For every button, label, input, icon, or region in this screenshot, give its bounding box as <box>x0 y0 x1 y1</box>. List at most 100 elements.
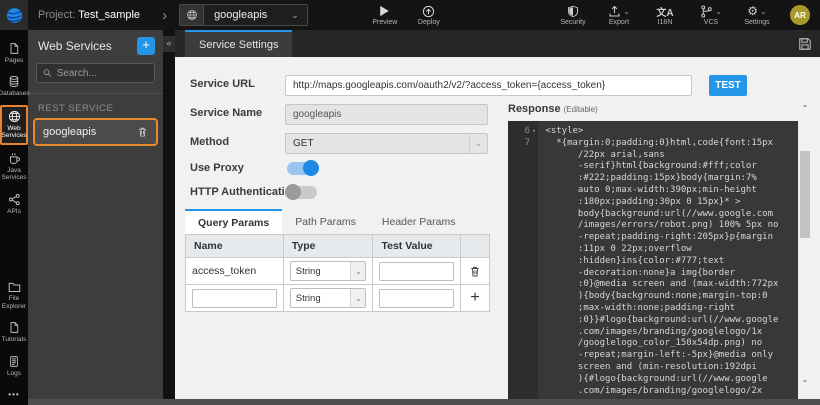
settings-button[interactable]: ⚙ ⌄ Settings <box>742 4 772 26</box>
fold-toggle-icon[interactable] <box>530 256 538 268</box>
column-header-actions <box>461 235 490 258</box>
code-line: 6 ▾ <style> <box>508 126 798 138</box>
fold-toggle-icon[interactable] <box>530 291 538 303</box>
app-window: Project:Test_sample › googleapis ⌄ Previ… <box>0 0 820 405</box>
fold-toggle-icon[interactable] <box>530 374 538 386</box>
code-line: :0}}#logo{background:url(//www.google <box>508 315 798 327</box>
fold-toggle-icon[interactable] <box>530 338 538 350</box>
editor-scrollbar[interactable]: ⌃ ⌄ <box>798 103 812 386</box>
type-select[interactable]: String ⌄ <box>290 261 367 281</box>
sidebar-item-pages[interactable]: Pages <box>0 38 28 68</box>
fold-toggle-icon[interactable] <box>530 197 538 209</box>
fold-toggle-icon[interactable] <box>530 303 538 315</box>
fold-toggle-icon[interactable] <box>530 232 538 244</box>
sidebar-item-java-services[interactable]: Java Services <box>0 148 28 186</box>
line-number <box>508 338 530 350</box>
line-number <box>508 150 530 162</box>
service-name-label: Service Name <box>190 107 262 119</box>
sidebar-item-tutorials[interactable]: Tutorials <box>0 317 28 347</box>
scroll-up-arrow-icon[interactable]: ⌃ <box>798 103 812 115</box>
test-value-input[interactable] <box>379 289 454 308</box>
security-button[interactable]: Security <box>558 4 588 26</box>
code-text: :0}@media screen and (max-width:772px <box>538 279 778 291</box>
code-line: /images/errors/robot.png) 100% 5px no <box>508 220 798 232</box>
fold-toggle-icon[interactable] <box>530 362 538 374</box>
test-button[interactable]: TEST <box>709 75 747 96</box>
preview-button[interactable]: Preview <box>370 4 400 26</box>
http-auth-toggle[interactable] <box>287 186 317 199</box>
service-search-box[interactable] <box>36 63 155 83</box>
search-input[interactable] <box>57 68 148 79</box>
code-text: /images/errors/robot.png) 100% 5px no <box>538 220 778 232</box>
sidebar-item-web-services[interactable]: Web Services <box>0 105 28 145</box>
scrollbar-thumb[interactable] <box>800 151 810 238</box>
sidebar-item-file-explorer[interactable]: File Explorer <box>0 277 28 314</box>
use-proxy-toggle[interactable] <box>287 162 317 175</box>
line-number <box>508 362 530 374</box>
tab-service-settings[interactable]: Service Settings <box>185 30 292 57</box>
fold-toggle-icon[interactable]: ▾ <box>530 126 538 138</box>
line-number <box>508 232 530 244</box>
sidebar-item-databases[interactable]: Databases <box>0 71 28 101</box>
param-name-input[interactable] <box>192 289 277 308</box>
more-options-icon[interactable]: ••• <box>8 384 19 405</box>
scroll-down-arrow-icon[interactable]: ⌄ <box>798 374 812 386</box>
fold-toggle-icon[interactable] <box>530 150 538 162</box>
add-row-button[interactable]: + <box>461 285 490 312</box>
line-number <box>508 220 530 232</box>
param-name-cell <box>186 285 284 312</box>
floppy-save-icon <box>798 37 812 51</box>
tab-path-params[interactable]: Path Params <box>282 209 369 234</box>
export-button[interactable]: ⌄ Export <box>604 4 634 26</box>
fold-toggle-icon[interactable] <box>530 138 538 150</box>
sidebar-item-logs[interactable]: Logs <box>0 351 28 381</box>
tab-query-params[interactable]: Query Params <box>185 209 282 234</box>
collapse-panel-button[interactable]: « <box>163 36 175 52</box>
code-line: ;max-width:none;padding-right <box>508 303 798 315</box>
fold-toggle-icon[interactable] <box>530 161 538 173</box>
fold-toggle-icon[interactable] <box>530 350 538 362</box>
type-select[interactable]: String ⌄ <box>290 288 367 308</box>
line-number: 7 <box>508 138 530 150</box>
method-select[interactable]: GET ⌄ <box>285 133 488 154</box>
fold-toggle-icon[interactable] <box>530 244 538 256</box>
trash-icon[interactable] <box>137 126 148 138</box>
add-service-button[interactable]: + <box>137 37 155 55</box>
fold-toggle-icon[interactable] <box>530 279 538 291</box>
tab-header-params[interactable]: Header Params <box>369 209 469 234</box>
i18n-button[interactable]: 文A I18N <box>650 4 680 26</box>
line-number <box>508 303 530 315</box>
response-subtitle: (Editable) <box>564 105 598 114</box>
vcs-button[interactable]: ⌄ VCS <box>696 4 726 26</box>
code-text: .com/images/branding/googlelogo/1x <box>538 327 762 339</box>
line-number <box>508 327 530 339</box>
response-code-editor[interactable]: 6 ▾ <style> 7 *{margin:0;padding:0}html,… <box>508 121 798 404</box>
fold-toggle-icon[interactable] <box>530 173 538 185</box>
test-value-input[interactable] <box>379 262 454 281</box>
export-label: Export <box>609 19 629 26</box>
delete-row-button[interactable] <box>461 258 490 285</box>
fold-toggle-icon[interactable] <box>530 209 538 221</box>
service-selector-dropdown[interactable]: googleapis ⌄ <box>179 4 308 26</box>
fold-toggle-icon[interactable] <box>530 315 538 327</box>
save-button[interactable] <box>798 30 812 57</box>
fold-toggle-icon[interactable] <box>530 185 538 197</box>
http-auth-label: HTTP Authentication <box>190 186 298 198</box>
deploy-button[interactable]: Deploy <box>414 4 444 26</box>
service-list-item-googleapis[interactable]: googleapis <box>33 118 158 146</box>
service-url-input[interactable] <box>285 75 692 96</box>
app-logo[interactable] <box>0 0 28 30</box>
code-line: :0}@media screen and (max-width:772px <box>508 279 798 291</box>
fold-toggle-icon[interactable] <box>530 327 538 339</box>
sidebar-item-apis[interactable]: APIs <box>0 189 28 219</box>
code-text: ){#logo{background:url(//www.google <box>538 374 768 386</box>
run-actions: Preview Deploy <box>370 4 444 26</box>
trash-icon <box>469 265 481 278</box>
fold-toggle-icon[interactable] <box>530 220 538 232</box>
user-avatar[interactable]: AR <box>790 5 810 25</box>
fold-toggle-icon[interactable] <box>530 386 538 398</box>
code-text: :0}}#logo{background:url(//www.google <box>538 315 778 327</box>
line-number <box>508 173 530 185</box>
column-header-test-value: Test Value <box>373 235 461 258</box>
fold-toggle-icon[interactable] <box>530 268 538 280</box>
